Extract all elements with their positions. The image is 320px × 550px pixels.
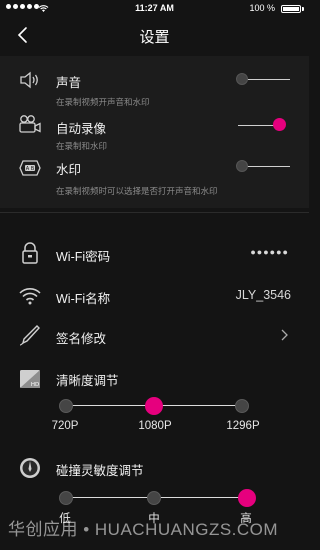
signature-row[interactable] [0, 318, 309, 354]
sound-label: 声音 [56, 76, 82, 90]
resolution-option-1080p: 1080P [138, 420, 172, 432]
resolution-option-1296p: 1296P [226, 420, 260, 432]
chevron-right-icon [281, 329, 288, 341]
sensitivity-label: 碰撞灵敏度调节 [56, 464, 144, 478]
sound-toggle-knob [236, 73, 248, 85]
wifi-password-label: Wi-Fi密码 [56, 250, 111, 264]
page-title: 设置 [139, 29, 170, 46]
watermark-badge-icon: A B [19, 160, 41, 176]
gauge-icon [20, 458, 40, 478]
wifi-name-value: JLY_3546 [235, 288, 291, 302]
wifi-name-label: Wi-Fi名称 [56, 292, 111, 306]
auto-record-toggle[interactable] [236, 117, 292, 133]
sensitivity-stop-high[interactable] [238, 489, 256, 507]
speaker-icon [20, 71, 38, 89]
wifi-password-value: ●●●●●● [250, 247, 289, 257]
sensitivity-slider[interactable] [56, 486, 256, 510]
resolution-stop-1296p[interactable] [235, 399, 249, 413]
lock-icon [22, 242, 38, 264]
resolution-stop-1080p[interactable] [145, 397, 163, 415]
sensitivity-stop-low[interactable] [59, 491, 73, 505]
section-divider [0, 212, 309, 213]
auto-record-label: 自动录像 [56, 122, 107, 136]
sound-description: 在录制视频开声音和水印 [56, 97, 150, 107]
watermark-label: 水印 [56, 163, 82, 177]
site-watermark: 华创应用 • HUACHUANGZS.COM [8, 520, 279, 539]
watermark-toggle[interactable] [236, 158, 292, 174]
battery-percentage: 100 % [249, 3, 275, 13]
hd-icon: HD [20, 370, 40, 388]
video-camera-icon [19, 115, 41, 133]
sensitivity-stop-medium[interactable] [147, 491, 161, 505]
signature-label: 签名修改 [56, 332, 107, 346]
battery-tip-icon [302, 7, 304, 11]
auto-record-toggle-knob [273, 118, 286, 131]
resolution-label: 清晰度调节 [56, 374, 119, 388]
resolution-stop-720p[interactable] [59, 399, 73, 413]
resolution-slider[interactable] [56, 394, 256, 418]
auto-record-description: 在录制和水印 [56, 141, 108, 151]
resolution-option-720p: 720P [51, 420, 79, 432]
watermark-description: 在录制视频时可以选择是否打开声音和水印 [56, 186, 218, 196]
wifi-icon [19, 288, 41, 305]
svg-text:HD: HD [31, 382, 39, 388]
status-bar: 11:27 AM 100 % [0, 0, 309, 18]
svg-text:A B: A B [26, 166, 35, 172]
pen-icon [19, 325, 40, 346]
battery-icon [281, 5, 301, 13]
watermark-toggle-knob [236, 160, 248, 172]
sound-toggle[interactable] [236, 71, 292, 87]
